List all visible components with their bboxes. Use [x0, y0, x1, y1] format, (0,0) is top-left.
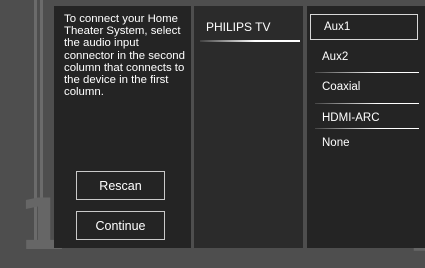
connector-option-label: None	[322, 137, 350, 149]
option-separator	[315, 103, 419, 104]
option-separator	[315, 128, 419, 129]
connector-option-label: Coaxial	[322, 81, 361, 93]
connector-option-label: Aux1	[324, 21, 351, 33]
instruction-text: To connect your Home Theater System, sel…	[64, 13, 185, 99]
connector-option-aux1[interactable]: Aux1	[310, 14, 418, 40]
option-separator	[315, 72, 419, 73]
connector-option-label: Aux2	[322, 51, 349, 63]
rescan-button[interactable]: Rescan	[76, 171, 165, 200]
device-item-underline	[200, 40, 300, 42]
device-column: PHILIPS TV	[194, 6, 303, 248]
connector-column: Aux1 Aux2 Coaxial HDMI-ARC None	[307, 6, 425, 248]
continue-button[interactable]: Continue	[76, 211, 165, 240]
connector-option-coaxial[interactable]: Coaxial	[307, 74, 419, 100]
device-item-label: PHILIPS TV	[206, 20, 271, 34]
connector-option-label: HDMI-ARC	[322, 112, 380, 124]
instruction-panel: To connect your Home Theater System, sel…	[54, 6, 191, 248]
connector-option-aux2[interactable]: Aux2	[307, 44, 419, 70]
connector-option-none[interactable]: None	[307, 130, 419, 156]
device-item-philips-tv[interactable]: PHILIPS TV	[194, 6, 303, 42]
